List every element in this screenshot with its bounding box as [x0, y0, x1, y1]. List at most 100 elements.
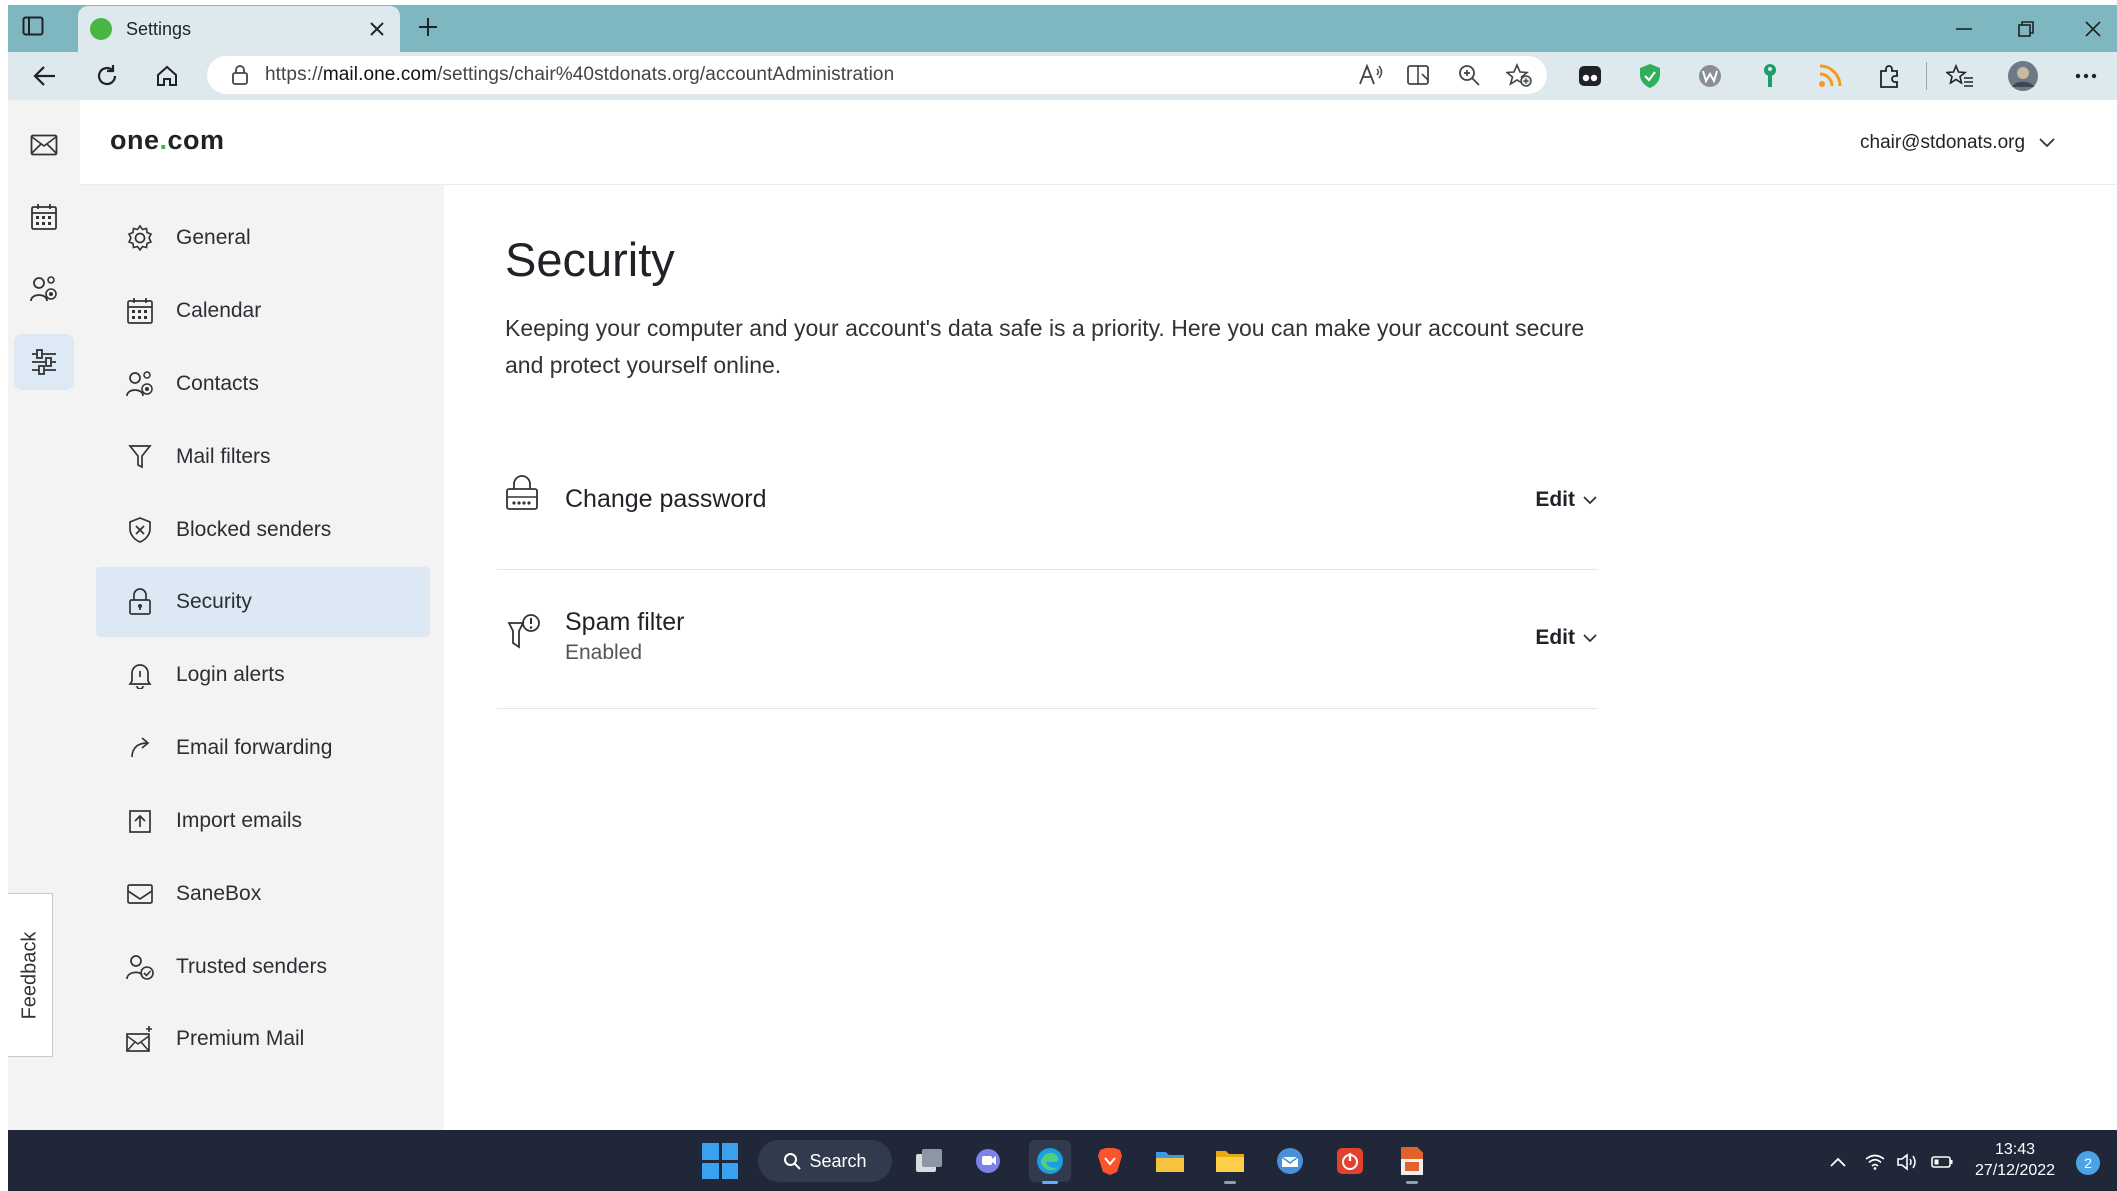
profile-button[interactable]: [2006, 59, 2040, 93]
settings-nav-sanebox[interactable]: SaneBox: [96, 859, 430, 929]
settings-more-button[interactable]: [2069, 59, 2103, 93]
close-window-icon: [2085, 20, 2101, 37]
document-orange-icon: [1401, 1147, 1423, 1175]
taskbar-mail-app[interactable]: [1269, 1140, 1311, 1182]
tab-actions-button[interactable]: [8, 6, 58, 46]
settings-nav-import-emails[interactable]: Import emails: [96, 786, 430, 856]
address-bar[interactable]: https://mail.one.com/settings/chair%40st…: [207, 56, 1547, 94]
immersive-reader-icon: [1407, 65, 1429, 85]
edit-password-button[interactable]: Edit: [1517, 482, 1597, 518]
battery-status[interactable]: [1929, 1144, 1955, 1180]
read-aloud-button[interactable]: [1354, 60, 1388, 90]
zoom-button[interactable]: [1452, 60, 1486, 90]
nav-label: Blocked senders: [176, 518, 332, 541]
spam-filter-status: Enabled: [565, 641, 643, 664]
extension-rss-button[interactable]: [1813, 59, 1847, 93]
back-button[interactable]: [22, 54, 68, 98]
extensions-button[interactable]: [1873, 59, 1907, 93]
more-dots-icon: [2075, 73, 2097, 79]
reload-button[interactable]: [84, 54, 130, 98]
read-aloud-icon: [1359, 64, 1383, 85]
extension-w-button[interactable]: [1693, 59, 1727, 93]
clock-time: 13:43: [1994, 1141, 2036, 1158]
home-button[interactable]: [144, 54, 190, 98]
settings-nav-security[interactable]: Security: [96, 567, 430, 637]
minimize-window-button[interactable]: [1934, 5, 1994, 52]
taskbar-file-explorer[interactable]: [1209, 1140, 1251, 1184]
settings-nav-general[interactable]: General: [96, 203, 430, 273]
extension-key-button[interactable]: [1753, 59, 1787, 93]
contacts-icon: [122, 366, 158, 402]
taskbar-edge[interactable]: [1029, 1140, 1071, 1184]
taskbar-teams[interactable]: [968, 1140, 1010, 1182]
browser-tab-settings[interactable]: Settings: [78, 6, 400, 52]
page-description: Keeping your computer and your account's…: [505, 315, 1585, 378]
taskbar-brave[interactable]: [1089, 1140, 1131, 1182]
speaker-icon: [1897, 1153, 1916, 1171]
favorites-button[interactable]: [1943, 59, 1977, 93]
start-button[interactable]: [702, 1143, 738, 1179]
settings-nav-blocked-senders[interactable]: Blocked senders: [96, 495, 430, 565]
nav-label: Premium Mail: [176, 1027, 305, 1050]
close-tab-button[interactable]: [362, 14, 392, 44]
edit-spam-filter-button[interactable]: Edit: [1517, 620, 1597, 656]
favorites-icon: [1946, 64, 1973, 87]
feedback-button[interactable]: Feedback: [8, 893, 53, 1057]
inbox-icon: [122, 876, 158, 912]
taskbar-task-view[interactable]: [908, 1140, 950, 1182]
notification-badge[interactable]: 2: [2076, 1151, 2100, 1175]
nav-label: Contacts: [176, 372, 259, 395]
extension-incognito-button[interactable]: [1573, 59, 1607, 93]
settings-nav-calendar[interactable]: Calendar: [96, 276, 430, 346]
teams-chat-icon: [976, 1149, 1000, 1173]
w-circle-icon: [1699, 65, 1721, 87]
tab-actions-icon: [22, 16, 44, 36]
edge-browser-icon: [1037, 1148, 1063, 1174]
account-menu-button[interactable]: chair@stdonats.org: [1860, 132, 2055, 154]
volume-status[interactable]: [1894, 1144, 1920, 1180]
chevron-down-icon: [2039, 138, 2055, 148]
nav-label: SaneBox: [176, 882, 262, 905]
power-red-icon: [1337, 1148, 1363, 1174]
restore-window-button[interactable]: [1996, 5, 2056, 52]
folder-icon: [1216, 1151, 1244, 1172]
extension-shield-button[interactable]: [1633, 59, 1667, 93]
one-com-logo[interactable]: one.com: [110, 125, 225, 156]
settings-nav-contacts[interactable]: Contacts: [96, 349, 430, 419]
settings-nav-trusted-senders[interactable]: Trusted senders: [96, 932, 430, 1002]
nav-label: Login alerts: [176, 663, 285, 686]
new-tab-button[interactable]: [408, 10, 448, 44]
show-hidden-icons-button[interactable]: [1826, 1144, 1850, 1180]
app-header: [80, 100, 2117, 185]
restore-icon: [2018, 20, 2034, 37]
wifi-status[interactable]: [1862, 1144, 1888, 1180]
immersive-reader-button[interactable]: [1402, 60, 1436, 90]
add-favorite-button[interactable]: [1502, 60, 1536, 90]
rail-mail-button[interactable]: [14, 117, 74, 173]
settings-nav-login-alerts[interactable]: Login alerts: [96, 640, 430, 710]
calendar-icon: [122, 293, 158, 329]
password-lock-icon: [505, 475, 539, 511]
nav-label: Mail filters: [176, 445, 271, 468]
taskbar-presentation-app[interactable]: [1391, 1140, 1433, 1184]
spam-filter-icon: [505, 613, 541, 651]
rail-contacts-button[interactable]: [14, 261, 74, 317]
key-icon: [1764, 64, 1776, 87]
site-info-lock-icon[interactable]: [231, 65, 249, 85]
settings-nav-mail-filters[interactable]: Mail filters: [96, 422, 430, 492]
nav-label: General: [176, 226, 251, 249]
settings-nav-premium-mail[interactable]: Premium Mail: [96, 1004, 430, 1074]
settings-nav-email-forwarding[interactable]: Email forwarding: [96, 713, 430, 783]
wifi-icon: [1865, 1154, 1885, 1170]
taskbar-files-blue[interactable]: [1149, 1140, 1191, 1182]
reload-icon: [97, 65, 117, 86]
rail-settings-button[interactable]: [14, 334, 74, 390]
taskbar-search-button[interactable]: Search: [758, 1140, 892, 1182]
close-window-button[interactable]: [2063, 5, 2117, 52]
battery-icon: [1931, 1156, 1953, 1168]
rail-calendar-button[interactable]: [14, 189, 74, 245]
import-icon: [122, 803, 158, 839]
taskbar-power-app[interactable]: [1329, 1140, 1371, 1182]
chevron-up-icon: [1830, 1157, 1846, 1167]
taskbar-clock[interactable]: 13:43 27/12/2022: [1968, 1139, 2062, 1181]
